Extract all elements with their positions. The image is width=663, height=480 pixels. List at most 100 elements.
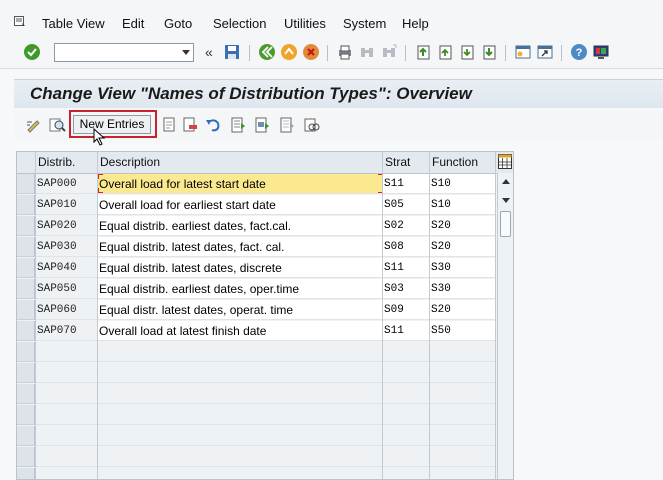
cell-description[interactable]: Equal distr. latest dates, operat. time: [98, 300, 383, 320]
first-page-icon[interactable]: [414, 43, 432, 61]
column-header-description[interactable]: Description: [100, 155, 160, 169]
table-header: Distrib. Description Strat Function: [17, 152, 513, 174]
row-selector[interactable]: [17, 195, 35, 215]
empty-table-row[interactable]: [17, 405, 495, 426]
row-selector[interactable]: [17, 363, 35, 383]
save-icon[interactable]: [223, 43, 241, 61]
empty-table-row[interactable]: [17, 426, 495, 447]
copy-as-icon[interactable]: [160, 116, 178, 134]
cell-strat: S09: [383, 300, 430, 320]
scroll-thumb[interactable]: [500, 211, 511, 237]
table-row[interactable]: SAP050 Equal distrib. earliest dates, ope…: [17, 279, 495, 300]
menu-selection[interactable]: Selection: [213, 16, 266, 31]
cell-description[interactable]: Overall load at latest finish date: [98, 321, 383, 341]
cancel-icon[interactable]: [302, 43, 320, 61]
menu-utilities[interactable]: Utilities: [284, 16, 326, 31]
menu-edit[interactable]: Edit: [122, 16, 144, 31]
delete-icon[interactable]: [181, 116, 199, 134]
command-field[interactable]: [54, 43, 194, 62]
next-page-icon[interactable]: [458, 43, 476, 61]
generate-shortcut-icon[interactable]: [536, 43, 554, 61]
table-row[interactable]: SAP020 Equal distrib. earliest dates, fac…: [17, 216, 495, 237]
row-selector[interactable]: [17, 405, 35, 425]
row-selector[interactable]: [17, 237, 35, 257]
create-session-icon[interactable]: [514, 43, 532, 61]
cell-description[interactable]: Overall load for latest start date: [98, 174, 383, 194]
empty-table-row[interactable]: [17, 342, 495, 363]
cell-description[interactable]: Overall load for earliest start date: [98, 195, 383, 215]
find-next-icon[interactable]: [380, 43, 398, 61]
column-divider: [97, 152, 98, 173]
deselect-all-icon[interactable]: [278, 116, 296, 134]
row-selector[interactable]: [17, 447, 35, 467]
table-settings-icon[interactable]: [498, 154, 512, 169]
table-row[interactable]: SAP060 Equal distr. latest dates, operat.…: [17, 300, 495, 321]
table-row[interactable]: SAP030 Equal distrib. latest dates, fact.…: [17, 237, 495, 258]
row-selector[interactable]: [17, 174, 35, 194]
menu-goto[interactable]: Goto: [164, 16, 192, 31]
new-entries-button[interactable]: New Entries: [73, 115, 151, 134]
row-selector[interactable]: [17, 258, 35, 278]
vertical-scrollbar[interactable]: [497, 173, 513, 479]
column-divider: [495, 173, 496, 479]
row-selector[interactable]: [17, 426, 35, 446]
cell-description[interactable]: Equal distrib. earliest dates, oper.time: [98, 279, 383, 299]
table-row[interactable]: SAP040 Equal distrib. latest dates, discr…: [17, 258, 495, 279]
row-selector[interactable]: [17, 216, 35, 236]
back-icon[interactable]: [258, 43, 276, 61]
cell-description[interactable]: Equal distrib. latest dates, fact. cal.: [98, 237, 383, 257]
cell-strat: S11: [383, 258, 430, 278]
cell-strat: [383, 468, 430, 479]
empty-table-row[interactable]: [17, 447, 495, 468]
enter-checkmark-icon[interactable]: [23, 43, 41, 61]
cell-description[interactable]: [98, 384, 383, 404]
column-header-distrib[interactable]: Distrib.: [38, 155, 75, 169]
row-selector[interactable]: [17, 384, 35, 404]
menu-window-icon[interactable]: [14, 16, 26, 28]
find-icon[interactable]: [358, 43, 376, 61]
cell-description[interactable]: [98, 342, 383, 362]
print-field-list-icon[interactable]: [302, 116, 320, 134]
row-selector[interactable]: [17, 279, 35, 299]
menu-system[interactable]: System: [343, 16, 386, 31]
cell-function: [430, 405, 495, 425]
row-selector[interactable]: [17, 468, 35, 479]
double-chevron-left-icon[interactable]: «: [205, 44, 213, 60]
select-block-icon[interactable]: [253, 116, 271, 134]
empty-table-row[interactable]: [17, 363, 495, 384]
empty-table-row[interactable]: [17, 384, 495, 405]
menu-help[interactable]: Help: [402, 16, 429, 31]
cell-distrib: [35, 342, 98, 362]
table-row[interactable]: SAP000 Overall load for latest start date…: [17, 174, 495, 195]
scroll-up-icon[interactable]: [502, 179, 510, 184]
scroll-down-icon[interactable]: [502, 198, 510, 203]
last-page-icon[interactable]: [480, 43, 498, 61]
cell-distrib: SAP030: [35, 237, 98, 257]
print-icon[interactable]: [336, 43, 354, 61]
column-header-strat[interactable]: Strat: [385, 155, 410, 169]
table-row[interactable]: SAP070 Overall load at latest finish date…: [17, 321, 495, 342]
row-selector[interactable]: [17, 300, 35, 320]
cell-description[interactable]: [98, 426, 383, 446]
customize-layout-icon[interactable]: [592, 43, 610, 61]
glasses-icon[interactable]: [48, 116, 66, 134]
cell-description[interactable]: [98, 468, 383, 479]
table-row[interactable]: SAP010 Overall load for earliest start da…: [17, 195, 495, 216]
cell-description[interactable]: Equal distrib. earliest dates, fact.cal.: [98, 216, 383, 236]
help-icon[interactable]: ?: [570, 43, 588, 61]
display-change-icon[interactable]: [25, 116, 43, 134]
previous-page-icon[interactable]: [436, 43, 454, 61]
row-selector[interactable]: [17, 342, 35, 362]
empty-table-row[interactable]: [17, 468, 495, 479]
select-all-icon[interactable]: [229, 116, 247, 134]
chevron-down-icon[interactable]: [182, 50, 190, 55]
cell-description[interactable]: [98, 447, 383, 467]
cell-description[interactable]: [98, 363, 383, 383]
cell-description[interactable]: [98, 405, 383, 425]
undo-icon[interactable]: [204, 116, 222, 134]
exit-icon[interactable]: [280, 43, 298, 61]
menu-table-view[interactable]: Table View: [42, 16, 105, 31]
column-header-function[interactable]: Function: [432, 155, 478, 169]
cell-description[interactable]: Equal distrib. latest dates, discrete: [98, 258, 383, 278]
row-selector[interactable]: [17, 321, 35, 341]
